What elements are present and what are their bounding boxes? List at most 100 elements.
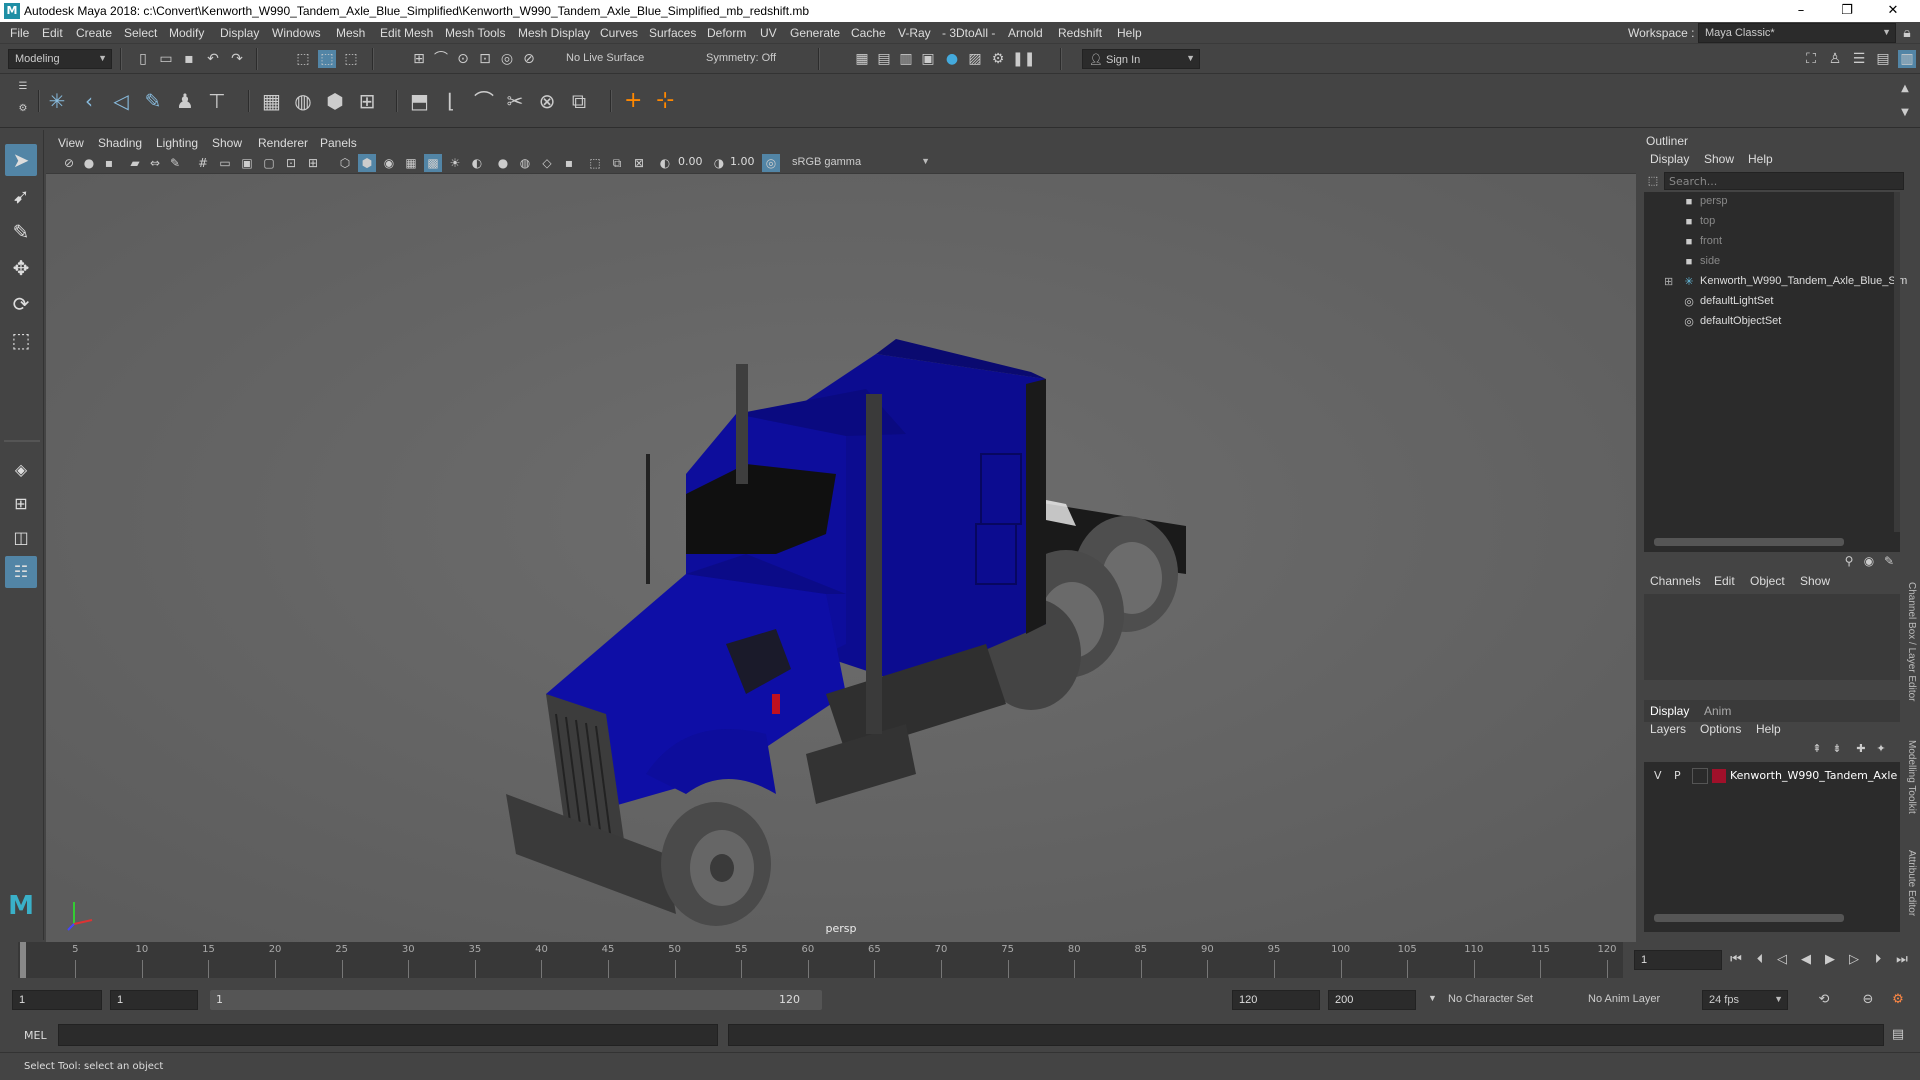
color-management-icon[interactable]: ◎ <box>762 154 780 172</box>
menu-mesh-tools[interactable]: Mesh Tools <box>445 26 505 40</box>
outliner-menu-display[interactable]: Display <box>1650 152 1689 166</box>
outliner-menu-help[interactable]: Help <box>1748 152 1773 166</box>
outliner-item[interactable]: ◎ defaultLightSet <box>1644 292 1900 312</box>
outliner-scrollbar[interactable] <box>1894 192 1900 532</box>
shelf-scroll-down-icon[interactable]: ▼ <box>1896 104 1914 122</box>
play-forward-icon[interactable]: ▶ <box>1820 950 1840 970</box>
menu-mesh[interactable]: Mesh <box>336 26 365 40</box>
menu-edit-mesh[interactable]: Edit Mesh <box>380 26 433 40</box>
layer-row[interactable]: V P Kenworth_W990_Tandem_Axle <box>1644 766 1900 786</box>
render-sequence-icon[interactable]: ▤ <box>875 50 893 68</box>
bevel-icon[interactable]: ⌊ <box>442 91 460 111</box>
paint-select-icon[interactable]: ✎ <box>5 216 37 248</box>
character-set-dropdown[interactable]: ▼ No Character Set <box>1428 990 1574 1010</box>
truck-model[interactable] <box>46 174 1636 942</box>
2d-pan-icon[interactable]: ⇔ <box>146 154 164 172</box>
gate-mask-icon[interactable]: ▢ <box>260 154 278 172</box>
extrude-icon[interactable]: ⬒ <box>410 91 429 111</box>
time-ruler[interactable]: 1510152025303540455055606570758085909510… <box>18 942 1623 978</box>
snap-pivot-icon[interactable]: ⊘ <box>520 50 538 68</box>
menu-deform[interactable]: Deform <box>707 26 746 40</box>
two-view-icon[interactable]: ◫ <box>5 522 37 554</box>
step-back-frame-icon[interactable]: ◁ <box>1772 950 1792 970</box>
channel-box-lock-icon[interactable]: ⚲ <box>1840 552 1858 570</box>
gamma-icon[interactable]: ◑ <box>710 154 728 172</box>
pencil-curve-icon[interactable]: ✎ <box>144 91 162 111</box>
menu-create[interactable]: Create <box>76 26 112 40</box>
sign-in-dropdown[interactable]: 👤︎ Sign In ▼ <box>1082 49 1200 69</box>
menu-mesh-display[interactable]: Mesh Display <box>518 26 590 40</box>
safe-action-icon[interactable]: ⊞ <box>304 154 322 172</box>
single-perspective-icon[interactable]: ◈ <box>5 454 37 486</box>
step-back-key-icon[interactable]: ⏴ <box>1750 950 1770 970</box>
filter-icon[interactable]: ⬚ <box>1644 172 1662 190</box>
render-setup-icon[interactable]: ⚙ <box>989 50 1007 68</box>
menu-arnold[interactable]: Arnold <box>1008 26 1043 40</box>
channel-box-area[interactable] <box>1644 594 1900 680</box>
menu-redshift[interactable]: Redshift <box>1058 26 1102 40</box>
lasso-tool-icon[interactable]: ➹ <box>5 180 37 212</box>
vp-menu-renderer[interactable]: Renderer <box>258 136 308 150</box>
step-forward-frame-icon[interactable]: ▷ <box>1844 950 1864 970</box>
fps-dropdown[interactable]: 24 fps ▼ <box>1702 990 1788 1010</box>
scale-tool-icon[interactable]: ⬚ <box>5 324 37 356</box>
layer-visibility-toggle[interactable]: V <box>1654 769 1662 782</box>
outliner-item[interactable]: ◎ defaultObjectSet <box>1644 312 1900 332</box>
select-component-icon[interactable]: ⬚ <box>342 50 360 68</box>
lights-icon[interactable]: ▩ <box>424 154 442 172</box>
layer-name[interactable]: Kenworth_W990_Tandem_Axle <box>1730 769 1897 782</box>
ipr-render-icon[interactable]: ▥ <box>897 50 915 68</box>
cb-menu-show[interactable]: Show <box>1800 574 1830 588</box>
layer-hscrollbar[interactable] <box>1654 914 1844 922</box>
layers-menu-layers[interactable]: Layers <box>1650 722 1686 736</box>
anti-aliasing-icon[interactable]: ◍ <box>516 154 534 172</box>
shadows-icon[interactable]: ☀ <box>446 154 464 172</box>
poly-cube-icon[interactable]: ▦ <box>262 91 281 111</box>
quad-draw-icon[interactable]: ⧉ <box>570 91 588 111</box>
camera-select-icon[interactable]: ⊘ <box>60 154 78 172</box>
symmetry-dropdown[interactable]: Symmetry: Off <box>700 49 804 69</box>
poly-plane-icon[interactable]: ⊞ <box>358 91 376 111</box>
film-gate-icon[interactable]: ▭ <box>216 154 234 172</box>
outliner-item[interactable]: ■ persp <box>1644 192 1900 212</box>
layer-playback-toggle[interactable]: P <box>1674 769 1681 782</box>
menu-display[interactable]: Display <box>220 26 259 40</box>
menu-generate[interactable]: Generate <box>790 26 840 40</box>
outliner-hscrollbar[interactable] <box>1654 538 1844 546</box>
menu-3dtoall[interactable]: - 3DtoAll - <box>942 26 995 40</box>
menu-file[interactable]: File <box>10 26 29 40</box>
nurbs-sphere-icon[interactable]: ✳ <box>48 91 66 111</box>
channel-box-icon[interactable]: ▥ <box>1898 50 1916 68</box>
outliner-menu-show[interactable]: Show <box>1704 152 1734 166</box>
lock-icon[interactable]: 🔒︎ <box>1898 24 1916 42</box>
menu-select[interactable]: Select <box>124 26 157 40</box>
grease-pencil-icon[interactable]: ✎ <box>166 154 184 172</box>
playback-end-field[interactable]: 120 <box>1232 990 1320 1010</box>
textured-icon[interactable]: ▦ <box>402 154 420 172</box>
motion-blur-icon[interactable]: ● <box>494 154 512 172</box>
select-tool-icon[interactable]: ➤ <box>5 144 37 176</box>
go-to-start-icon[interactable]: ⏮ <box>1726 950 1746 970</box>
tool-settings-icon[interactable]: ▤ <box>1874 50 1892 68</box>
outliner-item[interactable]: ■ side <box>1644 252 1900 272</box>
modeling-toolkit-icon[interactable]: ⛶ <box>1802 50 1820 68</box>
exposure-icon[interactable]: ◐ <box>656 154 674 172</box>
workspace-dropdown[interactable]: Maya Classic* ▼ <box>1698 23 1896 43</box>
step-forward-key-icon[interactable]: ⏵ <box>1868 950 1888 970</box>
resolution-gate-icon[interactable]: ▣ <box>238 154 256 172</box>
layer-type-toggle[interactable] <box>1692 768 1708 784</box>
play-backward-icon[interactable]: ◀ <box>1796 950 1816 970</box>
move-layer-down-icon[interactable]: ⇟ <box>1828 740 1846 758</box>
human-ik-icon[interactable]: ♙ <box>1826 50 1844 68</box>
shelf-menu-icon[interactable]: ☰ <box>14 78 32 96</box>
current-frame-field[interactable]: 1 <box>1634 950 1722 970</box>
menu-cache[interactable]: Cache <box>851 26 886 40</box>
redo-icon[interactable]: ↷ <box>228 50 246 68</box>
animation-start-field[interactable]: 1 <box>12 990 102 1010</box>
cmd-language-label[interactable]: MEL <box>24 1029 47 1042</box>
undo-icon[interactable]: ↶ <box>204 50 222 68</box>
gamma-value[interactable]: 1.00 <box>730 155 755 168</box>
outliner-item[interactable]: ⊞ ✳ Kenworth_W990_Tandem_Axle_Blue_Sim <box>1644 272 1907 292</box>
cv-curve-icon[interactable]: ‹ <box>80 91 98 111</box>
xray-joints-icon[interactable]: ⧉ <box>608 154 626 172</box>
